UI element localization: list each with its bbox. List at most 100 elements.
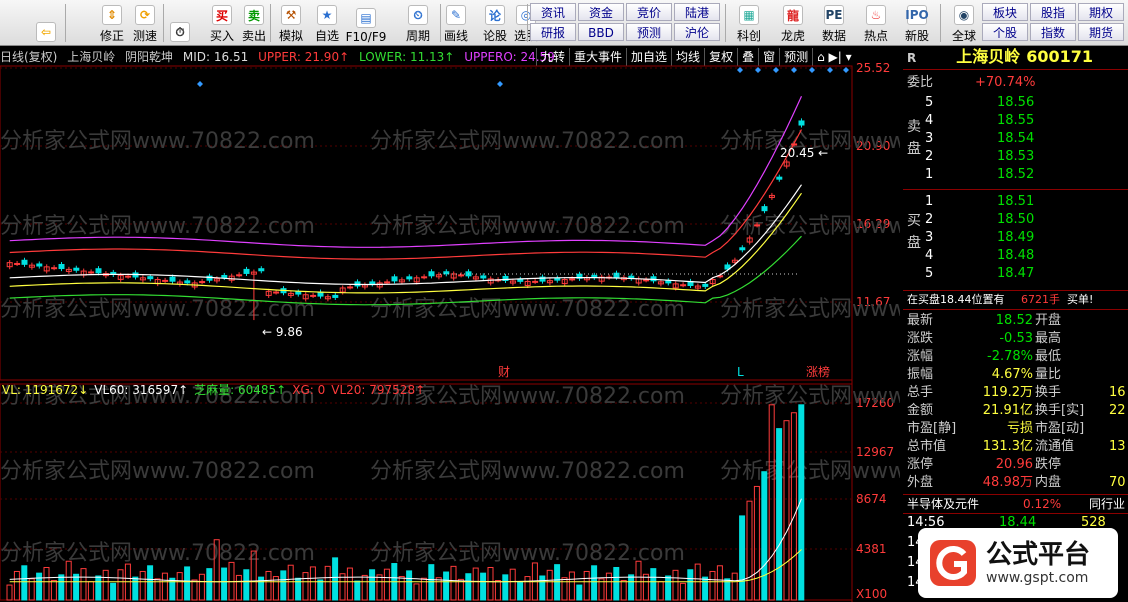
signal-diamond — [773, 67, 779, 73]
weibi-value: +70.74% — [975, 75, 1036, 90]
f10-label: F10/F9 — [345, 30, 387, 44]
volume-bar — [679, 582, 686, 601]
l-event-marker[interactable]: L — [737, 365, 744, 379]
toolbar-dragon-button[interactable]: 龍龙虎 — [775, 2, 811, 44]
toolbar-sector-button[interactable]: 板块 — [982, 3, 1028, 21]
stat-row: 金额 21.91亿 换手[实] 22 — [903, 402, 1128, 420]
volume-bar — [346, 567, 353, 601]
toolbar-fund-button[interactable]: 资金 — [578, 3, 624, 21]
weibi-label: 委比 — [907, 75, 934, 90]
price-tick-label: 25.52 — [856, 61, 890, 75]
stat-value: 亏损 — [1006, 421, 1033, 436]
stat-key: 振幅 — [907, 367, 934, 382]
sector-row[interactable]: 半导体及元件 0.12% 同行业 — [903, 494, 1128, 514]
buy-row: 2 18.50 — [903, 211, 1128, 229]
volume-bar — [221, 567, 228, 601]
toolbar-simulate-button[interactable]: ⚒ 模拟 — [273, 2, 309, 44]
toolbar-trial-button[interactable]: ⏱ — [162, 2, 198, 44]
buy-level: 1 — [925, 194, 934, 209]
volume-bar — [450, 565, 457, 601]
buy-level: 5 — [925, 266, 934, 281]
buy-level: 2 — [925, 212, 934, 227]
volume-bar — [265, 570, 272, 601]
toolbar-index-futures-button[interactable]: 股指 — [1030, 3, 1076, 21]
toolbar-back-button[interactable]: ⇦ — [28, 2, 64, 44]
sell-level: 5 — [925, 95, 934, 110]
volume-bar — [783, 420, 790, 601]
stat-value: 48.98万 — [982, 475, 1033, 490]
volume-bar — [561, 577, 568, 601]
toolbar-global-button[interactable]: ◉ 全球 — [946, 2, 982, 44]
candle-body — [517, 278, 524, 282]
toolbar-report-button[interactable]: 研报 — [530, 23, 576, 41]
stat-row: 总手 119.2万 换手 16 — [903, 384, 1128, 402]
stat-value: 131.3亿 — [982, 439, 1033, 454]
notice-tail: 买单! — [1067, 293, 1094, 306]
volume-bar — [731, 572, 738, 601]
stat-value-2: 22 — [1109, 403, 1126, 418]
candle-body — [443, 271, 450, 275]
toolbar-self-select-button[interactable]: ★ 自选 — [309, 2, 345, 44]
volume-bar — [509, 568, 516, 601]
toolbar-bbd-button[interactable]: BBD — [578, 23, 624, 41]
stat-row: 涨跌 -0.53 最高 — [903, 330, 1128, 348]
volume-bar — [161, 572, 168, 601]
toolbar-stocks-button[interactable]: 个股 — [982, 23, 1028, 41]
buy-row: 5 18.47 — [903, 265, 1128, 283]
toolbar-forecast-button[interactable]: 预测 — [626, 23, 672, 41]
volume-tick-label: 8674 — [856, 492, 887, 506]
limit-up-marker[interactable]: 涨榜 — [806, 364, 830, 379]
toolbar-data-button[interactable]: PE 数据 — [816, 2, 852, 44]
toolbar-hk-button[interactable]: 陆港 — [674, 3, 720, 21]
hot-label: 热点 — [863, 29, 888, 43]
stat-key: 外盘 — [907, 475, 934, 490]
watermark-text: 分析家公式网www.70822.com — [370, 214, 685, 239]
toolbar-period-button[interactable]: ⏲ 周期 — [400, 2, 436, 44]
candle-body — [406, 276, 413, 280]
candle-body — [391, 276, 398, 282]
candle-body — [347, 286, 354, 289]
candle-body — [199, 281, 206, 284]
sell-price: 18.55 — [997, 113, 1035, 128]
toolbar-modify-button[interactable]: ⇕ 修正 — [94, 2, 130, 44]
toolbar-shlon-button[interactable]: 沪伦 — [674, 23, 720, 41]
volume-bar — [235, 574, 242, 601]
volume-bar — [13, 570, 20, 601]
toolbar-buy-button[interactable]: 买买入 — [204, 2, 240, 44]
sell-row: 2 18.53 — [903, 148, 1128, 166]
kline-chart[interactable]: 25.5220.9016.2911.67172601296786744381X1… — [0, 48, 900, 602]
volume-bar — [413, 583, 420, 601]
toolbar-profit-button[interactable]: ▦ 科创 — [731, 2, 767, 44]
volume-bar — [361, 574, 368, 601]
toolbar-separator — [940, 4, 941, 42]
volume-bar — [110, 582, 117, 601]
chart-icon: ▦ — [739, 5, 759, 25]
volume-bar — [309, 566, 316, 601]
speed-dial-icon: ⟳ — [135, 5, 155, 25]
toolbar-bid-button[interactable]: 竞价 — [626, 3, 672, 21]
toolbar-news-button[interactable]: 资讯 — [530, 3, 576, 21]
candle-body — [532, 280, 539, 283]
toolbar-options-button[interactable]: 期权 — [1078, 3, 1124, 21]
volume-bar — [21, 565, 28, 601]
volume-bar — [176, 572, 183, 601]
volume-header-vol: VL: 1191672↓ — [2, 383, 88, 397]
signal-diamond — [737, 67, 743, 73]
toolbar-new-stock-button[interactable]: IPO 新股 — [899, 2, 935, 44]
toolbar-draw-button[interactable]: ✎ 画线 — [438, 2, 474, 44]
toolbar-hot-button[interactable]: ♨ 热点 — [858, 2, 894, 44]
volume-bar — [620, 580, 627, 601]
hot-icon: ♨ — [866, 5, 886, 25]
sell-level: 4 — [925, 113, 934, 128]
volume-bar — [753, 485, 760, 601]
toolbar-sell-button[interactable]: 卖卖出 — [236, 2, 272, 44]
toolbar-speed-button[interactable]: ⟳ 测速 — [127, 2, 163, 44]
toolbar-separator — [65, 4, 66, 42]
candle-body — [51, 267, 58, 270]
toolbar-indices-button[interactable]: 指数 — [1030, 23, 1076, 41]
finance-event-marker[interactable]: 财 — [498, 365, 510, 379]
volume-bar — [117, 569, 124, 601]
toolbar-futures-button[interactable]: 期货 — [1078, 23, 1124, 41]
volume-bar — [761, 471, 768, 601]
toolbar-f10-button[interactable]: ▤ F10/F9 — [345, 2, 387, 44]
